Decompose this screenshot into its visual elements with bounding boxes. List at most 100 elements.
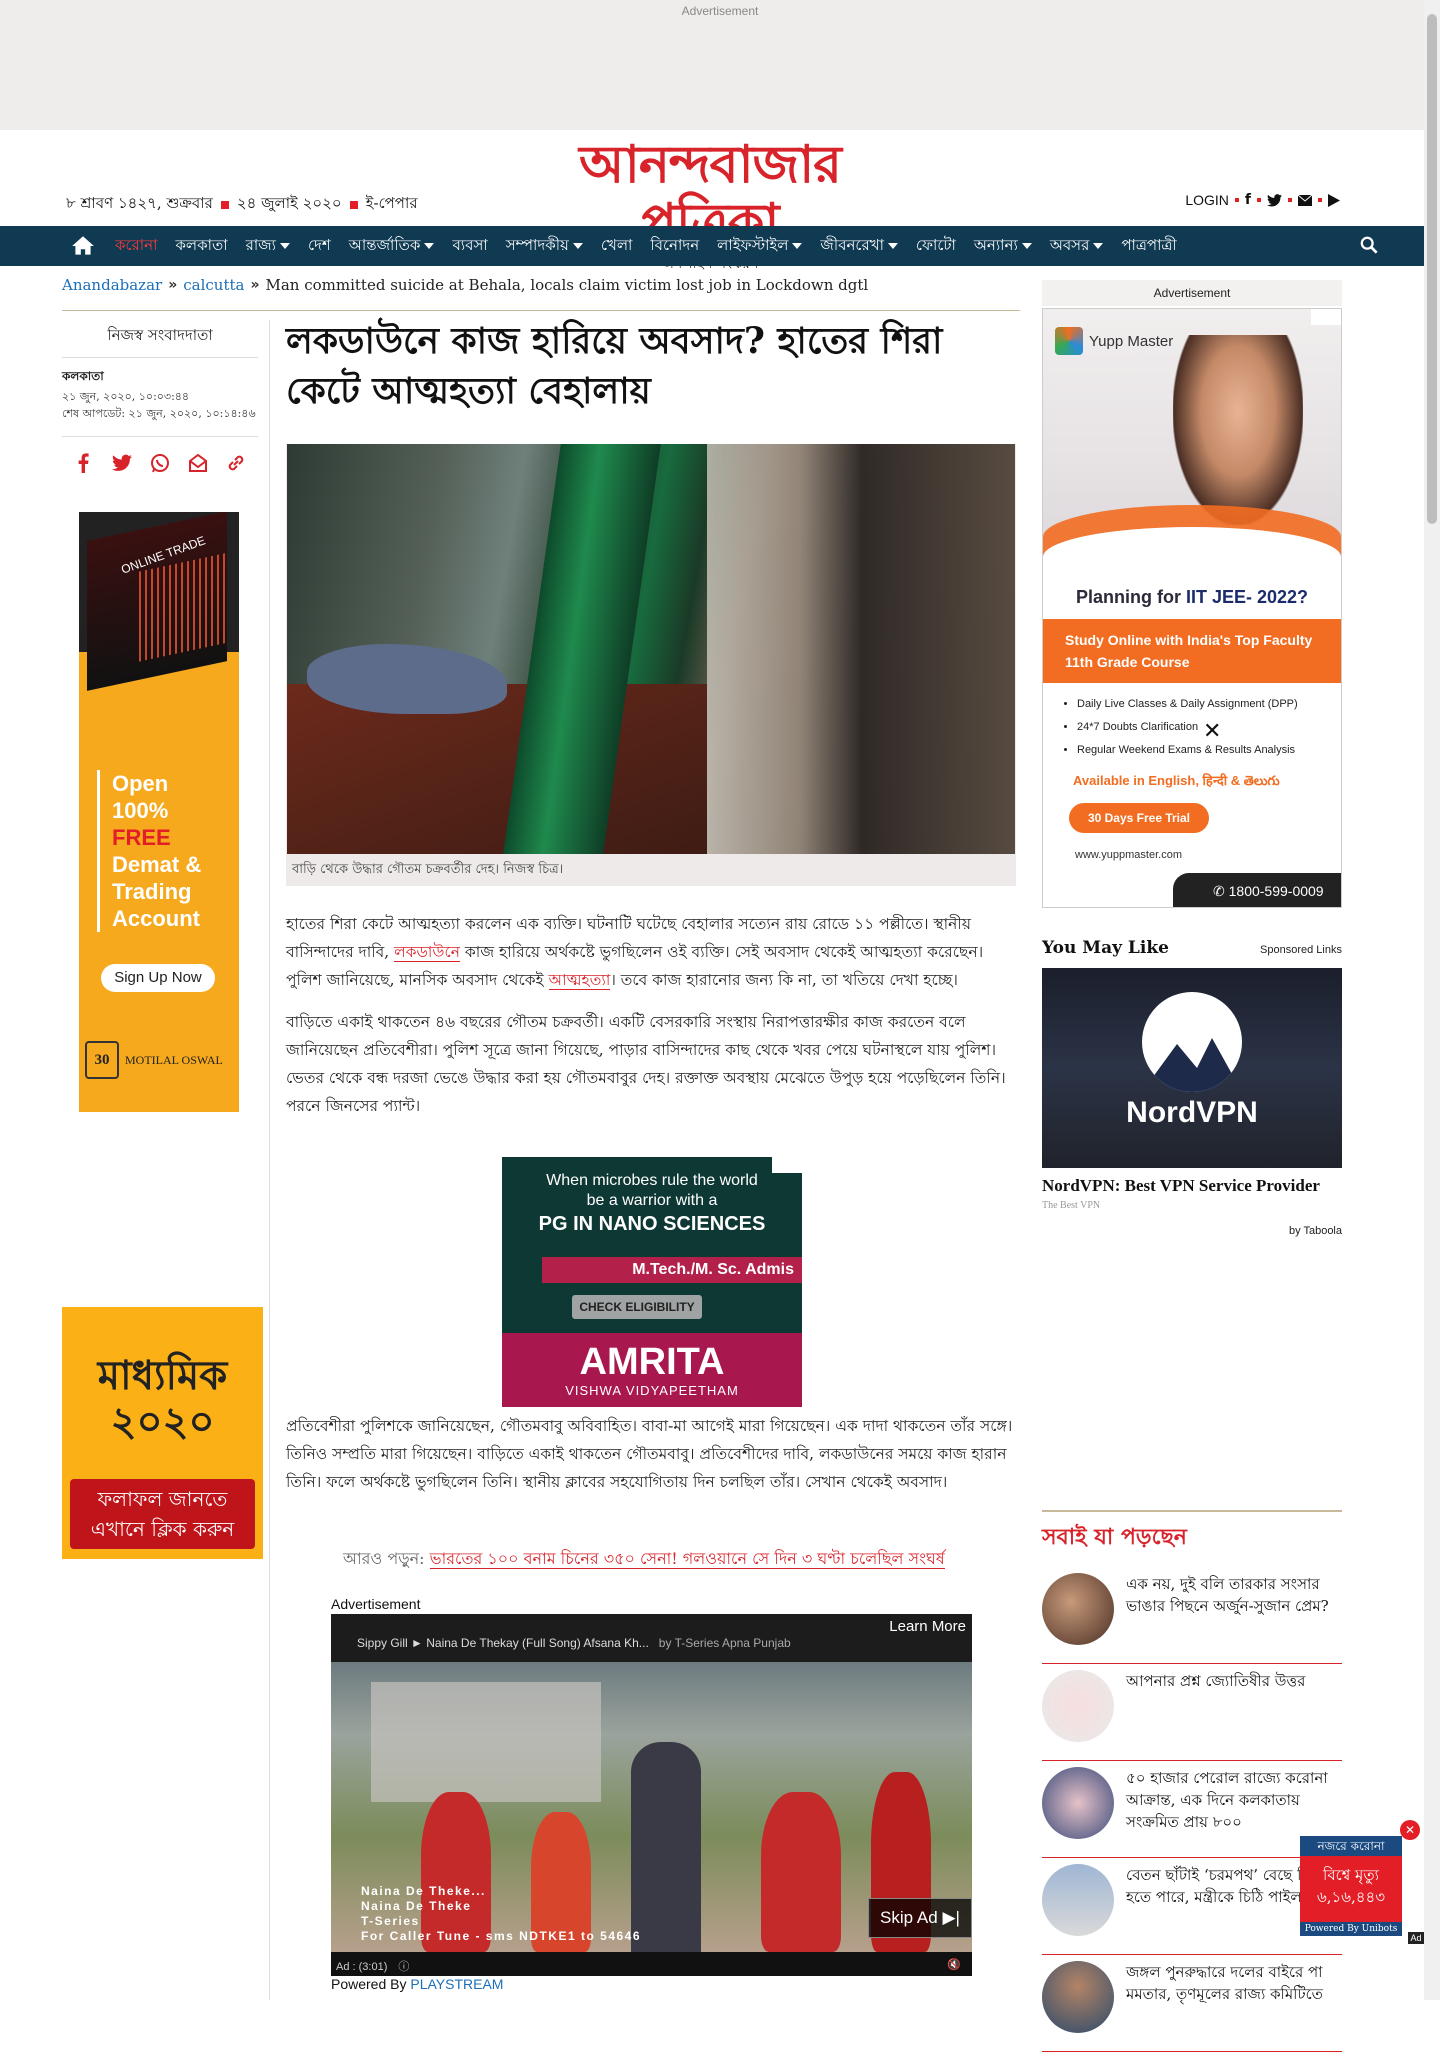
nav-item[interactable]: অন্যান্য bbox=[965, 234, 1041, 259]
result-cta-button[interactable]: ফলাফল জানতে এখানে ক্লিক করুন bbox=[70, 1479, 255, 1549]
mail-icon[interactable] bbox=[1298, 194, 1312, 206]
twitter-icon[interactable] bbox=[1267, 193, 1282, 207]
nav-item[interactable]: আন্তর্জাতিক bbox=[340, 234, 444, 259]
nav-item[interactable]: জীবনরেখা bbox=[811, 234, 907, 259]
top-advertisement[interactable]: Advertisement bbox=[0, 0, 1440, 130]
check-eligibility-button[interactable]: CHECK ELIGIBILITY bbox=[572, 1295, 702, 1319]
most-read-item[interactable]: বেতন ছাঁটাই ‘চরমপথ’ বেছে নিতে হতে পারে, … bbox=[1042, 1858, 1342, 1955]
ad-choices-icon[interactable] bbox=[772, 1157, 802, 1173]
login-link[interactable]: LOGIN bbox=[1185, 192, 1229, 208]
ad-choices-icon[interactable] bbox=[1311, 309, 1341, 325]
separator-square bbox=[220, 200, 229, 209]
taboola-credit[interactable]: by Taboola bbox=[1042, 1225, 1342, 1237]
nav-item[interactable]: ব্যবসা bbox=[443, 234, 496, 259]
scrollbar[interactable] bbox=[1424, 0, 1440, 2000]
share-bar bbox=[62, 436, 258, 473]
amrita-advertisement[interactable]: When microbes rule the world be a warrio… bbox=[502, 1157, 802, 1407]
scrollbar-thumb[interactable] bbox=[1427, 14, 1437, 524]
sign-up-button[interactable]: Sign Up Now bbox=[101, 964, 215, 992]
epaper-link[interactable]: ই-পেপার bbox=[366, 192, 418, 217]
mute-icon[interactable]: 🔇 bbox=[947, 1958, 961, 1971]
you-may-like: You May Like Sponsored Links NordVPN Nor… bbox=[1042, 938, 1342, 1237]
breadcrumb-home[interactable]: Anandabazar bbox=[62, 276, 162, 294]
copy-link-icon[interactable] bbox=[226, 453, 246, 473]
nav-item[interactable]: রাজ্য bbox=[237, 234, 299, 259]
title-line: ২০২০ bbox=[110, 1398, 215, 1445]
most-read-item[interactable]: এক নয়, দুই বলি তারকার সংসার ভাঙার পিছনে… bbox=[1042, 1567, 1342, 1664]
chevron-down-icon bbox=[1021, 243, 1032, 249]
site-logo[interactable]: আনন্দবাজার পত্রিকা অনলাইন সংস্করণ bbox=[520, 136, 900, 272]
free-trial-button[interactable]: 30 Days Free Trial bbox=[1069, 803, 1209, 833]
facebook-share-icon[interactable] bbox=[74, 453, 94, 473]
motilal-oswal-advertisement[interactable]: ONLINE TRADE Open 100% FREE Demat & Trad… bbox=[79, 512, 239, 1112]
read-more-link[interactable]: ভারতের ১০০ বনাম চিনের ৩৫০ সেনা! গলওয়ানে… bbox=[429, 1549, 945, 1569]
most-read-item[interactable]: জঙ্গল পুনরুদ্ধারে দলের বাইরে পা মমতার, ত… bbox=[1042, 1955, 1342, 2052]
nav-item[interactable]: ফোটো bbox=[907, 234, 965, 259]
whatsapp-share-icon[interactable] bbox=[150, 453, 170, 473]
ad-badge: Ad bbox=[1408, 1932, 1424, 1944]
most-read-item[interactable]: ৫০ হাজার পেরোল রাজ্যে করোনা আক্রান্ত, এক… bbox=[1042, 1761, 1342, 1858]
close-icon[interactable]: ✕ bbox=[1400, 1820, 1420, 1840]
ad-line: be a warrior with a bbox=[586, 1192, 718, 1209]
chevron-down-icon bbox=[792, 243, 803, 249]
article-paragraph: প্রতিবেশীরা পুলিশকে জানিয়েছেন, গৌতমবাবু… bbox=[286, 1417, 1013, 1491]
unibots-credit: Powered By Unibots bbox=[1300, 1922, 1402, 1936]
most-read-thumbnail bbox=[1042, 1961, 1114, 2033]
read-more: আরও পড়ুন: ভারতের ১০০ বনাম চিনের ৩৫০ সেন… bbox=[343, 1546, 945, 1573]
most-read-thumbnail bbox=[1042, 1573, 1114, 1645]
article-paragraph: হাতের শিরা কেটে আত্মহত্যা করলেন এক ব্যক্… bbox=[286, 910, 1016, 994]
ad-plan-headline: Planning for IIT JEE- 2022? bbox=[1043, 587, 1341, 608]
most-read-title: আপনার প্রশ্ন জ্যোতিষীর উত্তর bbox=[1126, 1672, 1306, 1690]
nav-item[interactable]: অবসর bbox=[1041, 234, 1113, 259]
ad-headline: PG IN NANO SCIENCES bbox=[538, 1213, 766, 1235]
close-icon[interactable]: ✕ bbox=[1203, 719, 1221, 744]
article-hero-image[interactable]: বাড়ি থেকে উদ্ধার গৌতম চক্রবর্তীর দেহ। ন… bbox=[286, 444, 1016, 886]
sponsored-title[interactable]: NordVPN: Best VPN Service Provider bbox=[1042, 1176, 1342, 1196]
info-icon[interactable]: ⓘ bbox=[398, 1961, 409, 1973]
phone-number: 1800-599-0009 bbox=[1228, 883, 1324, 899]
nav-item[interactable]: দেশ bbox=[299, 234, 340, 259]
suicide-link[interactable]: আত্মহত্যা bbox=[548, 971, 611, 990]
twitter-share-icon[interactable] bbox=[112, 453, 132, 473]
facebook-icon[interactable]: f bbox=[1245, 192, 1251, 208]
sponsored-image[interactable]: NordVPN bbox=[1042, 968, 1342, 1168]
home-icon[interactable] bbox=[70, 233, 96, 259]
ad-brand-name: AMRITA bbox=[579, 1341, 725, 1383]
madhyamik-title: মাধ্যমিক ২০২০ bbox=[62, 1353, 263, 1445]
yupp-master-advertisement[interactable]: Yupp Master Planning for IIT JEE- 2022? … bbox=[1042, 308, 1342, 908]
article-header: লকডাউনে কাজ হারিয়ে অবসাদ? হাতের শিরা কে… bbox=[286, 316, 1016, 416]
playstream-link[interactable]: PLAYSTREAM bbox=[410, 1976, 503, 1992]
most-read: সবাই যা পড়ছেন এক নয়, দুই বলি তারকার সং… bbox=[1042, 1510, 1342, 2052]
madhyamik-result-advertisement[interactable]: মাধ্যমিক ২০২০ ফলাফল জানতে এখানে ক্লিক কর… bbox=[62, 1307, 263, 1559]
ad-phone: ✆ 1800-599-0009 bbox=[1173, 873, 1341, 907]
ad-line: Demat & bbox=[112, 852, 202, 877]
skip-ad-button[interactable]: Skip Ad ▶| bbox=[868, 1898, 972, 1938]
skip-ad-label: Skip Ad bbox=[880, 1908, 938, 1927]
search-icon[interactable] bbox=[1360, 236, 1378, 254]
video-player[interactable]: Sippy Gill ► Naina De Thekay (Full Song)… bbox=[331, 1614, 972, 1976]
learn-more-link[interactable]: Learn More bbox=[889, 1618, 966, 1635]
nav-item[interactable]: বিনোদন bbox=[641, 234, 708, 259]
nav-item[interactable]: লাইফস্টাইল bbox=[708, 234, 811, 259]
corona-widget[interactable]: নজরে করোনা বিশ্বে মৃত্যু ৬,১৬,৪৪৩ Powere… bbox=[1300, 1836, 1402, 1940]
nav-item[interactable]: খেলা bbox=[592, 234, 641, 259]
chevron-down-icon bbox=[424, 243, 435, 249]
nav-item[interactable]: করোনা bbox=[106, 234, 166, 259]
ad-label: Advertisement bbox=[681, 4, 759, 18]
nav-item[interactable]: সম্পাদকীয় bbox=[497, 234, 592, 259]
most-read-item[interactable]: আপনার প্রশ্ন জ্যোতিষীর উত্তর bbox=[1042, 1664, 1342, 1761]
chevron-right-icon: » bbox=[168, 277, 178, 293]
lockdown-link[interactable]: লকডাউনে bbox=[394, 943, 460, 962]
nav-item[interactable]: কলকাতা bbox=[166, 234, 236, 259]
play-store-icon[interactable] bbox=[1328, 193, 1340, 207]
feature-item: Regular Weekend Exams & Results Analysis bbox=[1077, 739, 1298, 762]
nav-item[interactable]: পাত্রপাত্রী bbox=[1112, 234, 1185, 259]
article-title: লকডাউনে কাজ হারিয়ে অবসাদ? হাতের শিরা কে… bbox=[286, 320, 943, 412]
ad-headline: Open 100% FREE Demat & Trading Account bbox=[97, 770, 227, 932]
plan-prefix: Planning for bbox=[1075, 587, 1186, 607]
breadcrumb-section[interactable]: calcutta bbox=[183, 276, 244, 294]
sponsored-links[interactable]: Sponsored Links bbox=[1260, 944, 1342, 956]
email-share-icon[interactable] bbox=[188, 453, 208, 473]
ad-brand-sub: VISHWA VIDYAPEETHAM bbox=[565, 1383, 739, 1398]
date-bar: ৮ শ্রাবণ ১৪২৭, শুক্রবার ২৪ জুলাই ২০২০ ই-… bbox=[66, 192, 418, 217]
